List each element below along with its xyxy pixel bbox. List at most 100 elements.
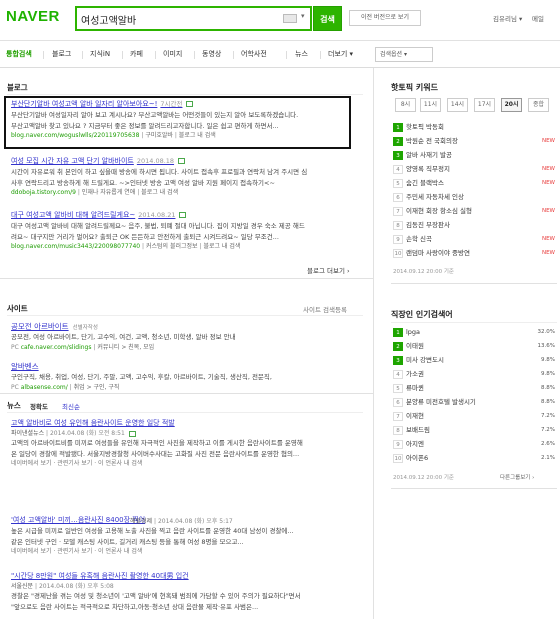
result-date: 2014.08.21 <box>138 211 176 219</box>
hot-keyword-row[interactable]: 5 숨긴 블랙박스 NEW <box>393 177 555 189</box>
tab-blog[interactable]: 블로그 <box>52 41 71 68</box>
time-tab-17[interactable]: 17시 <box>474 98 495 112</box>
result-url[interactable]: ddoboja.tistory.com/9 <box>11 189 76 196</box>
popular-row[interactable]: 2 이태원 13.6% <box>393 340 555 352</box>
search-option-button[interactable]: 검색옵션 ▾ <box>375 47 433 62</box>
news-result: 고액 알바비로 여성 유인해 음란사이트 운영한 일당 적발 파이낸셜뉴스 | … <box>11 418 367 468</box>
result-desc: 사후 연락드리고 방송하게 해 드릴게요. ~>인터넷 방송 고액 여성 알바 … <box>11 178 275 187</box>
blog-name[interactable]: 구미호알바 <box>145 132 173 139</box>
tab-kin[interactable]: 지식iN <box>90 41 110 68</box>
naver-logo[interactable]: NAVER <box>6 8 60 25</box>
hot-keyword-row[interactable]: 2 박원순 전 국회의장 NEW <box>393 135 555 147</box>
open-link-icon[interactable] <box>179 212 187 218</box>
divider <box>7 94 363 95</box>
hot-keyword-row[interactable]: 6 주민세 자동차세 인상 <box>393 191 555 203</box>
prev-version-button[interactable]: 이전 버전으로 보기 <box>349 10 421 26</box>
site-url[interactable]: cafe.naver.com/slidings <box>21 344 92 351</box>
blog-result-title[interactable]: 여성 모집 시간 자유 고액 단기 알바바이트 <box>11 157 134 165</box>
news-links[interactable]: 네이버에서 보기 · 관련기사 보기 · 이 언론사 내 검색 <box>11 547 367 556</box>
popular-row[interactable]: 6 분양류 미전호텔 발생시기 8.8% <box>393 396 555 408</box>
hot-keyword-row[interactable]: 9 손학 신곡 NEW <box>393 233 555 245</box>
tab-image[interactable]: 이미지 <box>163 41 182 68</box>
time-tab-20[interactable]: 20시 <box>501 98 522 112</box>
header: NAVER ▾ 검색 이전 버전으로 보기 김유리님 ▾ 메일 <box>0 0 560 38</box>
hot-keyword-row[interactable]: 7 이재현 회장 항소심 실형 NEW <box>393 205 555 217</box>
blog-more-link[interactable]: 블로그 더보기 › <box>307 265 350 275</box>
blog-name[interactable]: 인재나 자유롭게 연애 <box>82 189 136 196</box>
site-register-link[interactable]: 사이트 검색등록 <box>303 304 347 314</box>
search-button[interactable]: 검색 <box>313 6 342 31</box>
site-result: 공모전 아르바이트 선별자작성 공모전, 여성 아르바이트, 단기, 고수익, 여… <box>11 321 367 353</box>
hot-keyword-row[interactable]: 1 핫토픽 박동회 <box>393 121 555 133</box>
chevron-down-icon[interactable]: ▾ <box>301 12 305 20</box>
hot-keyword-row[interactable]: 10 랜덤마 사랑이야 중방연 NEW <box>393 247 555 259</box>
time-tab-8[interactable]: 8시 <box>395 98 416 112</box>
blog-result-title[interactable]: 대구 여성고액 알바비 대해 알려드릴게요~ <box>11 211 135 219</box>
news-date: 2014.04.08 (화) 오전 8:51 <box>49 430 125 437</box>
other-group-link[interactable]: 다른그룹보기 › <box>500 473 534 481</box>
tab-video[interactable]: 동영상 <box>202 41 221 68</box>
in-blog-search-link[interactable]: 블로그 내 검색 <box>203 243 240 250</box>
result-url[interactable]: blog.naver.com/music3443/220098077740 <box>11 243 140 250</box>
news-title[interactable]: 고액 알바비로 여성 유인해 음란사이트 운영한 일당 적발 <box>11 418 367 429</box>
news-links[interactable]: 네이버에서 보기 · 관련기사 보기 · 이 언론사 내 검색 <box>11 459 367 468</box>
news-title[interactable]: "시간당 8만원" 여성들 유혹해 음란사진 촬영한 40대男 입건 <box>11 571 367 582</box>
open-link-icon[interactable] <box>178 158 186 164</box>
result-desc: 려요~ 대구지만 거리가 멀어요? 출퇴근 OK 든든하고 안전하게 출퇴근 시… <box>11 232 279 241</box>
news-press[interactable]: 파이낸셜뉴스 <box>11 430 44 437</box>
pc-badge: PC <box>11 383 19 391</box>
blog-name[interactable]: 커스텀의 블러그정보 <box>146 243 198 250</box>
site-badge: 선별자작성 <box>72 325 98 331</box>
search-input[interactable] <box>81 11 271 27</box>
mail-link[interactable]: 메일 <box>532 13 544 23</box>
result-url[interactable]: blog.naver.com/woguslwlls/220119705638 <box>11 132 139 139</box>
hot-keyword-row[interactable]: 3 알바 사재기 발공 <box>393 149 555 161</box>
divider <box>0 393 373 394</box>
popular-row[interactable]: 9 아지엔 2.6% <box>393 438 555 450</box>
popular-row[interactable]: 5 류마퀸 8.8% <box>393 382 555 394</box>
site-url[interactable]: albasense.com/ <box>21 384 68 391</box>
sort-latest[interactable]: 최신순 <box>62 401 80 411</box>
keyboard-icon[interactable] <box>283 14 297 23</box>
open-link-icon[interactable] <box>128 430 136 437</box>
site-name[interactable]: 공모전 아르바이트 <box>11 322 69 331</box>
news-press[interactable]: 헤럴경제 <box>130 518 152 525</box>
news-desc: 온 일당이 경찰에 적발됐다. 서울지방경찰청 사이버수사대는 고화질 사진 전… <box>11 449 300 458</box>
user-menu[interactable]: 김유리님 ▾ <box>493 13 522 23</box>
popular-row[interactable]: 1 lpga 32.0% <box>393 326 555 338</box>
time-tab-14[interactable]: 14시 <box>447 98 468 112</box>
news-meta: 헤럴경제 | 2014.04.08 (화) 오후 5:17 <box>130 518 233 525</box>
popular-row[interactable]: 8 보배드림 7.2% <box>393 424 555 436</box>
open-link-icon[interactable] <box>186 101 194 107</box>
site-desc: 공모전, 여성 아르바이트, 단기, 고수익, 여건, 고액, 청소년, 미학생… <box>11 333 236 341</box>
search-box[interactable]: ▾ <box>75 6 312 31</box>
popular-row[interactable]: 7 이재현 7.2% <box>393 410 555 422</box>
blog-result-title[interactable]: 부산단기알바 여성고액 알바 일자리 알아보아요~! <box>11 100 157 108</box>
tab-news[interactable]: 뉴스 <box>295 41 308 68</box>
hot-keyword-row[interactable]: 4 양영록 직무정지 NEW <box>393 163 555 175</box>
result-date: 2014.08.18 <box>136 157 175 165</box>
popular-row[interactable]: 10 아이폰6 2.1% <box>393 452 555 464</box>
result-desc: 시간이 자유로워 취 본인이 하고 싶을때 방송에 하시면 됩니다. 사이트 접… <box>11 168 308 176</box>
site-category[interactable]: 커뮤니티 > 친목, 모임 <box>97 344 154 351</box>
tab-all[interactable]: 통합검색 <box>6 41 32 68</box>
sort-accuracy[interactable]: 정확도 <box>30 401 48 411</box>
in-blog-search-link[interactable]: 블로그 내 검색 <box>179 132 216 139</box>
site-name[interactable]: 알바벤스 <box>11 362 39 371</box>
hot-keyword-row[interactable]: 8 김동진 부장판사 <box>393 219 555 231</box>
tab-dictionary[interactable]: 어학사전 <box>241 41 267 68</box>
time-tab-all[interactable]: 종합 <box>528 98 549 112</box>
column-divider <box>373 68 374 619</box>
popular-row[interactable]: 4 가소권 9.8% <box>393 368 555 380</box>
news-press[interactable]: 서울신문 <box>11 583 33 590</box>
time-tab-11[interactable]: 11시 <box>420 98 441 112</box>
in-blog-search-link[interactable]: 블로그 내 검색 <box>141 189 178 196</box>
news-date: 2014.04.08 (화) 오후 5:17 <box>157 518 233 525</box>
news-desc: 같은 인터넷 구인 · 모델 캐스팅 사이트, 길거리 캐스팅 등을 통해 여성… <box>11 537 244 546</box>
popular-row[interactable]: 3 미사 강변도시 9.8% <box>393 354 555 366</box>
site-category[interactable]: 취업 > 구인, 구직 <box>74 384 120 391</box>
news-desc: 고액의 아르바이트비를 미끼로 여성들을 유인해 자극적인 사진을 제작하고 이… <box>11 439 303 447</box>
tab-more[interactable]: 더보기 ▾ <box>328 41 353 68</box>
news-desc: "앞으로도 음란 사이트는 적극적으로 차단하고,아동·청소년 상대 음란물 제… <box>11 602 259 611</box>
tab-cafe[interactable]: 카페 <box>130 41 143 68</box>
